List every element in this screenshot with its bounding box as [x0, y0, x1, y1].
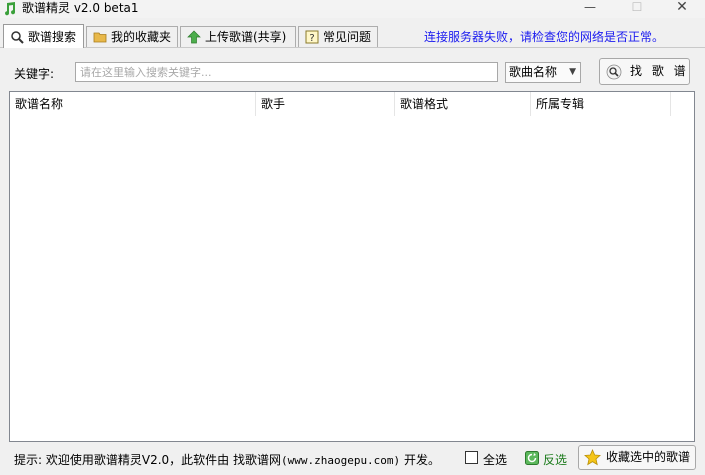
find-score-button[interactable]: 找 歌 谱	[599, 58, 690, 85]
search-field-select[interactable]: 歌曲名称 ▼	[505, 62, 581, 83]
upload-arrow-icon	[187, 30, 201, 44]
tab-label: 常见问题	[323, 30, 372, 44]
list-header: 歌谱名称 歌手 歌谱格式 所属专辑	[10, 92, 694, 116]
select-all-checkbox[interactable]	[465, 451, 478, 464]
column-header-singer[interactable]: 歌手	[256, 92, 395, 116]
tab-upload-score[interactable]: 上传歌谱(共享)	[180, 26, 296, 47]
tab-my-favorites[interactable]: 我的收藏夹	[86, 26, 178, 47]
column-header-score-name[interactable]: 歌谱名称	[10, 92, 256, 116]
hint-url: (www.zhaogepu.com)	[280, 454, 401, 467]
folder-icon	[93, 32, 107, 43]
connection-status-message: 连接服务器失败，请检查您的网络是否正常。	[424, 30, 665, 44]
chevron-down-icon: ▼	[569, 67, 576, 77]
collect-selected-button[interactable]: 收藏选中的歌谱	[578, 445, 696, 470]
minimize-button[interactable]: —	[567, 0, 613, 17]
invert-selection-icon[interactable]	[525, 451, 539, 465]
title-bar: 歌谱精灵 v2.0 beta1 — ☐ ✕	[0, 0, 705, 18]
hint-text: 提示: 欢迎使用歌谱精灵V2.0，此软件由 找歌谱网(www.zhaogepu.…	[14, 451, 440, 468]
column-header-format[interactable]: 歌谱格式	[395, 92, 531, 116]
tab-label: 歌谱搜索	[28, 30, 77, 44]
music-note-app-icon	[5, 2, 16, 16]
maximize-button[interactable]: ☐	[614, 0, 660, 17]
close-button[interactable]: ✕	[659, 0, 705, 17]
window-title: 歌谱精灵 v2.0 beta1	[22, 1, 139, 15]
select-value: 歌曲名称	[509, 65, 558, 79]
collect-button-label: 收藏选中的歌谱	[606, 450, 691, 464]
keyword-search-input[interactable]	[75, 62, 498, 82]
select-all-label[interactable]: 全选	[483, 451, 507, 468]
invert-selection-label[interactable]: 反选	[543, 451, 567, 468]
tab-strip-divider	[0, 47, 705, 48]
tab-song-search[interactable]: 歌谱搜索	[3, 24, 84, 48]
keyword-label: 关键字:	[14, 67, 55, 81]
tab-label: 上传歌谱(共享)	[205, 30, 287, 44]
svg-text:?: ?	[309, 33, 314, 44]
question-icon: ?	[305, 30, 319, 44]
results-list[interactable]: 歌谱名称 歌手 歌谱格式 所属专辑	[9, 91, 695, 442]
search-icon	[606, 64, 622, 80]
star-icon	[584, 449, 601, 466]
hint-suffix: 开发。	[400, 453, 441, 467]
magnifier-icon	[11, 31, 24, 44]
tab-faq[interactable]: ? 常见问题	[298, 26, 378, 47]
find-button-label: 找 歌 谱	[630, 64, 689, 78]
tab-label: 我的收藏夹	[111, 30, 172, 44]
hint-prefix: 提示: 欢迎使用歌谱精灵V2.0，此软件由 找歌谱网	[14, 453, 281, 467]
column-header-album[interactable]: 所属专辑	[531, 92, 671, 116]
